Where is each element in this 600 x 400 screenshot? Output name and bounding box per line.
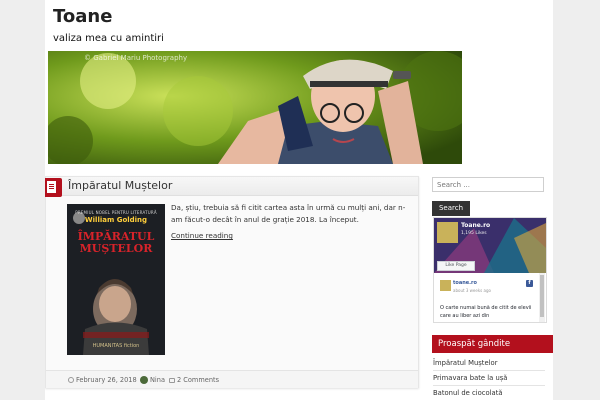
- clock-icon: [68, 377, 74, 383]
- post-date-text: February 26, 2018: [76, 376, 137, 384]
- post-header: Împăratul Muștelor: [45, 177, 418, 197]
- continue-reading-link[interactable]: Continue reading: [171, 231, 233, 240]
- facebook-page-name[interactable]: Toane.ro: [461, 222, 490, 229]
- facebook-like-count: 1,195 Likes: [461, 231, 487, 236]
- facebook-icon: f: [526, 280, 533, 287]
- page-container: Toane valiza mea cu amintiri © Gabriel M…: [45, 0, 553, 400]
- book-title: ÎMPĂRATUL MUȘTELOR: [77, 230, 155, 255]
- post-comments[interactable]: 2 Comments: [169, 376, 219, 384]
- facebook-post-author[interactable]: toane.ro: [453, 280, 477, 286]
- site-title[interactable]: Toane: [53, 6, 112, 27]
- post-article: Împăratul Muștelor PREMIUL NOBEL PENTRU …: [45, 176, 419, 388]
- book-publisher: HUMANITAS fiction: [92, 343, 140, 349]
- post-author-text: Nina: [150, 376, 165, 384]
- comment-icon: [169, 378, 175, 383]
- facebook-widget-scrollbar[interactable]: [539, 273, 545, 322]
- recent-posts-heading: Proaspăt gândite: [432, 335, 553, 353]
- post-author[interactable]: Nina: [140, 376, 165, 384]
- facebook-like-page-button[interactable]: Like Page: [437, 261, 475, 271]
- search-button[interactable]: Search: [432, 201, 470, 216]
- author-avatar: [140, 376, 148, 384]
- post-excerpt: Da, știu, trebuia să fi citit cartea ast…: [171, 203, 406, 224]
- facebook-page-widget[interactable]: Toane.ro 1,195 Likes Like Page toane.ro …: [433, 217, 547, 323]
- book-cover-art: [67, 204, 165, 355]
- recent-post-item[interactable]: Batonul de ciocolată: [433, 389, 545, 400]
- facebook-post-avatar: [440, 280, 451, 291]
- header-banner-image: © Gabriel Mariu Photography: [48, 51, 462, 164]
- facebook-cover-image: Toane.ro 1,195 Likes Like Page: [434, 218, 546, 273]
- post-title[interactable]: Împăratul Muștelor: [68, 179, 172, 192]
- post-date[interactable]: February 26, 2018: [68, 376, 137, 384]
- search-input[interactable]: [432, 177, 544, 192]
- document-icon: [45, 178, 62, 197]
- recent-post-item[interactable]: Împăratul Muștelor: [433, 359, 545, 371]
- book-author: William Golding: [84, 216, 148, 224]
- banner-photo: [48, 51, 462, 164]
- book-series-line: PREMIUL NOBEL PENTRU LITERATURĂ: [75, 210, 157, 215]
- facebook-post-time: about 3 weeks ago: [453, 288, 491, 293]
- facebook-post-text: O carte numai bună de citit de elevii ca…: [440, 305, 532, 319]
- post-meta-bar: February 26, 2018 Nina 2 Comments: [46, 370, 418, 388]
- post-comments-text: 2 Comments: [177, 376, 220, 384]
- book-cover-image[interactable]: PREMIUL NOBEL PENTRU LITERATURĂ William …: [67, 204, 165, 355]
- recent-post-item[interactable]: Primavara bate la ușă: [433, 374, 545, 386]
- site-description: valiza mea cu amintiri: [53, 33, 164, 44]
- banner-watermark: © Gabriel Mariu Photography: [84, 54, 188, 62]
